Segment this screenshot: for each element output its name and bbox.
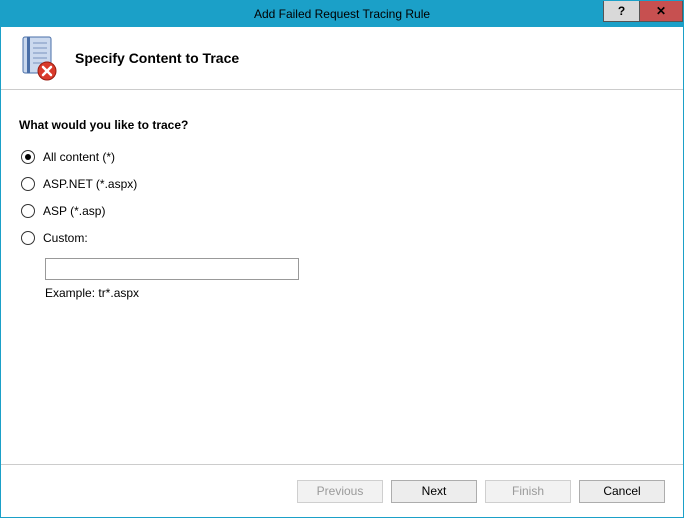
close-button[interactable]: ✕ [639,1,683,22]
close-icon: ✕ [656,4,666,18]
page-title: Specify Content to Trace [75,50,239,66]
trace-options-group: All content (*) ASP.NET (*.aspx) ASP (*.… [21,150,665,300]
custom-input-row [45,258,665,280]
option-label: All content (*) [43,150,115,164]
option-label: ASP.NET (*.aspx) [43,177,137,191]
wizard-header: Specify Content to Trace [1,27,683,90]
titlebar-buttons: ? ✕ [603,1,683,27]
dialog-window: Add Failed Request Tracing Rule ? ✕ S [0,0,684,518]
help-button[interactable]: ? [603,1,639,22]
option-label: Custom: [43,231,88,245]
option-label: ASP (*.asp) [43,204,105,218]
prompt-label: What would you like to trace? [19,118,665,132]
radio-icon [21,204,35,218]
option-aspnet[interactable]: ASP.NET (*.aspx) [21,177,665,191]
finish-button[interactable]: Finish [485,480,571,503]
previous-button[interactable]: Previous [297,480,383,503]
content-area: What would you like to trace? All conten… [1,90,683,300]
next-button[interactable]: Next [391,480,477,503]
notebook-icon [19,35,57,81]
titlebar: Add Failed Request Tracing Rule ? ✕ [1,1,683,27]
option-all-content[interactable]: All content (*) [21,150,665,164]
window-title: Add Failed Request Tracing Rule [1,1,683,27]
option-custom[interactable]: Custom: [21,231,665,245]
radio-icon [21,150,35,164]
wizard-footer: Previous Next Finish Cancel [1,464,683,517]
option-asp[interactable]: ASP (*.asp) [21,204,665,218]
custom-pattern-input[interactable] [45,258,299,280]
cancel-button[interactable]: Cancel [579,480,665,503]
example-label: Example: tr*.aspx [45,286,665,300]
radio-icon [21,231,35,245]
radio-icon [21,177,35,191]
